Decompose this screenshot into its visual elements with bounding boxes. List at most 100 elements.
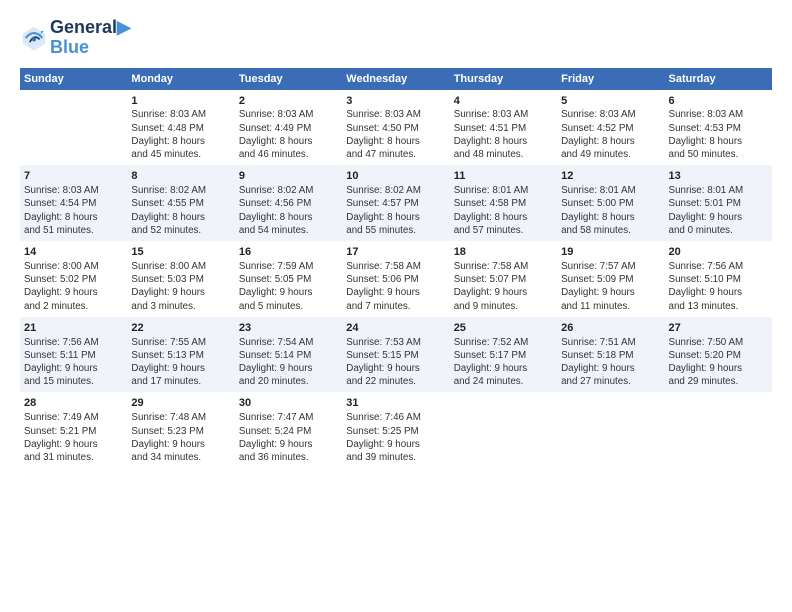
day-info: Sunrise: 8:01 AM Sunset: 4:58 PM Dayligh…	[454, 184, 553, 237]
calendar-cell	[20, 90, 127, 166]
calendar-cell: 31Sunrise: 7:46 AM Sunset: 5:25 PM Dayli…	[342, 392, 449, 468]
day-info: Sunrise: 8:03 AM Sunset: 4:52 PM Dayligh…	[561, 108, 660, 161]
calendar-cell: 14Sunrise: 8:00 AM Sunset: 5:02 PM Dayli…	[20, 241, 127, 317]
calendar-cell: 6Sunrise: 8:03 AM Sunset: 4:53 PM Daylig…	[665, 90, 772, 166]
day-info: Sunrise: 8:00 AM Sunset: 5:02 PM Dayligh…	[24, 260, 123, 313]
day-info: Sunrise: 8:03 AM Sunset: 4:49 PM Dayligh…	[239, 108, 338, 161]
day-info: Sunrise: 7:47 AM Sunset: 5:24 PM Dayligh…	[239, 411, 338, 464]
day-info: Sunrise: 8:01 AM Sunset: 5:00 PM Dayligh…	[561, 184, 660, 237]
calendar-cell: 3Sunrise: 8:03 AM Sunset: 4:50 PM Daylig…	[342, 90, 449, 166]
calendar-cell: 13Sunrise: 8:01 AM Sunset: 5:01 PM Dayli…	[665, 165, 772, 241]
calendar-week-row: 14Sunrise: 8:00 AM Sunset: 5:02 PM Dayli…	[20, 241, 772, 317]
calendar-cell: 8Sunrise: 8:02 AM Sunset: 4:55 PM Daylig…	[127, 165, 234, 241]
logo: General▶ Blue	[20, 18, 131, 58]
calendar-cell: 22Sunrise: 7:55 AM Sunset: 5:13 PM Dayli…	[127, 317, 234, 393]
day-info: Sunrise: 8:01 AM Sunset: 5:01 PM Dayligh…	[669, 184, 768, 237]
day-info: Sunrise: 7:50 AM Sunset: 5:20 PM Dayligh…	[669, 336, 768, 389]
day-info: Sunrise: 7:56 AM Sunset: 5:10 PM Dayligh…	[669, 260, 768, 313]
calendar-cell: 7Sunrise: 8:03 AM Sunset: 4:54 PM Daylig…	[20, 165, 127, 241]
day-info: Sunrise: 7:51 AM Sunset: 5:18 PM Dayligh…	[561, 336, 660, 389]
calendar-cell: 30Sunrise: 7:47 AM Sunset: 5:24 PM Dayli…	[235, 392, 342, 468]
logo-text: General▶ Blue	[50, 18, 131, 58]
day-number: 12	[561, 169, 660, 184]
weekday-header-saturday: Saturday	[665, 68, 772, 90]
day-number: 6	[669, 94, 768, 109]
day-info: Sunrise: 8:02 AM Sunset: 4:56 PM Dayligh…	[239, 184, 338, 237]
calendar-body: 1Sunrise: 8:03 AM Sunset: 4:48 PM Daylig…	[20, 90, 772, 469]
calendar-cell: 10Sunrise: 8:02 AM Sunset: 4:57 PM Dayli…	[342, 165, 449, 241]
calendar-cell: 15Sunrise: 8:00 AM Sunset: 5:03 PM Dayli…	[127, 241, 234, 317]
calendar-cell: 29Sunrise: 7:48 AM Sunset: 5:23 PM Dayli…	[127, 392, 234, 468]
calendar-cell: 5Sunrise: 8:03 AM Sunset: 4:52 PM Daylig…	[557, 90, 664, 166]
day-info: Sunrise: 8:03 AM Sunset: 4:50 PM Dayligh…	[346, 108, 445, 161]
calendar-cell: 4Sunrise: 8:03 AM Sunset: 4:51 PM Daylig…	[450, 90, 557, 166]
day-number: 9	[239, 169, 338, 184]
day-number: 3	[346, 94, 445, 109]
calendar-cell	[665, 392, 772, 468]
day-number: 29	[131, 396, 230, 411]
day-number: 13	[669, 169, 768, 184]
weekday-header-sunday: Sunday	[20, 68, 127, 90]
weekday-row: SundayMondayTuesdayWednesdayThursdayFrid…	[20, 68, 772, 90]
calendar-cell: 18Sunrise: 7:58 AM Sunset: 5:07 PM Dayli…	[450, 241, 557, 317]
calendar-cell: 28Sunrise: 7:49 AM Sunset: 5:21 PM Dayli…	[20, 392, 127, 468]
day-info: Sunrise: 7:54 AM Sunset: 5:14 PM Dayligh…	[239, 336, 338, 389]
day-number: 23	[239, 321, 338, 336]
calendar-cell: 2Sunrise: 8:03 AM Sunset: 4:49 PM Daylig…	[235, 90, 342, 166]
calendar-cell	[450, 392, 557, 468]
calendar-cell	[557, 392, 664, 468]
day-number: 14	[24, 245, 123, 260]
weekday-header-thursday: Thursday	[450, 68, 557, 90]
weekday-header-friday: Friday	[557, 68, 664, 90]
day-info: Sunrise: 7:49 AM Sunset: 5:21 PM Dayligh…	[24, 411, 123, 464]
day-number: 1	[131, 94, 230, 109]
day-info: Sunrise: 8:02 AM Sunset: 4:55 PM Dayligh…	[131, 184, 230, 237]
calendar-cell: 17Sunrise: 7:58 AM Sunset: 5:06 PM Dayli…	[342, 241, 449, 317]
day-info: Sunrise: 8:03 AM Sunset: 4:54 PM Dayligh…	[24, 184, 123, 237]
day-number: 17	[346, 245, 445, 260]
day-info: Sunrise: 7:52 AM Sunset: 5:17 PM Dayligh…	[454, 336, 553, 389]
day-info: Sunrise: 7:56 AM Sunset: 5:11 PM Dayligh…	[24, 336, 123, 389]
day-info: Sunrise: 8:00 AM Sunset: 5:03 PM Dayligh…	[131, 260, 230, 313]
calendar-cell: 16Sunrise: 7:59 AM Sunset: 5:05 PM Dayli…	[235, 241, 342, 317]
calendar-week-row: 7Sunrise: 8:03 AM Sunset: 4:54 PM Daylig…	[20, 165, 772, 241]
day-number: 25	[454, 321, 553, 336]
day-info: Sunrise: 7:57 AM Sunset: 5:09 PM Dayligh…	[561, 260, 660, 313]
day-number: 4	[454, 94, 553, 109]
day-info: Sunrise: 7:46 AM Sunset: 5:25 PM Dayligh…	[346, 411, 445, 464]
day-number: 18	[454, 245, 553, 260]
header: General▶ Blue	[20, 18, 772, 58]
day-number: 30	[239, 396, 338, 411]
calendar-cell: 9Sunrise: 8:02 AM Sunset: 4:56 PM Daylig…	[235, 165, 342, 241]
day-number: 16	[239, 245, 338, 260]
day-number: 5	[561, 94, 660, 109]
weekday-header-tuesday: Tuesday	[235, 68, 342, 90]
day-info: Sunrise: 7:55 AM Sunset: 5:13 PM Dayligh…	[131, 336, 230, 389]
calendar-cell: 23Sunrise: 7:54 AM Sunset: 5:14 PM Dayli…	[235, 317, 342, 393]
calendar-cell: 27Sunrise: 7:50 AM Sunset: 5:20 PM Dayli…	[665, 317, 772, 393]
day-info: Sunrise: 8:03 AM Sunset: 4:53 PM Dayligh…	[669, 108, 768, 161]
calendar-week-row: 28Sunrise: 7:49 AM Sunset: 5:21 PM Dayli…	[20, 392, 772, 468]
day-number: 27	[669, 321, 768, 336]
day-number: 22	[131, 321, 230, 336]
day-number: 24	[346, 321, 445, 336]
day-number: 15	[131, 245, 230, 260]
calendar-cell: 26Sunrise: 7:51 AM Sunset: 5:18 PM Dayli…	[557, 317, 664, 393]
day-number: 20	[669, 245, 768, 260]
calendar-cell: 19Sunrise: 7:57 AM Sunset: 5:09 PM Dayli…	[557, 241, 664, 317]
day-info: Sunrise: 7:59 AM Sunset: 5:05 PM Dayligh…	[239, 260, 338, 313]
day-number: 21	[24, 321, 123, 336]
calendar-cell: 21Sunrise: 7:56 AM Sunset: 5:11 PM Dayli…	[20, 317, 127, 393]
calendar-header: SundayMondayTuesdayWednesdayThursdayFrid…	[20, 68, 772, 90]
calendar-cell: 1Sunrise: 8:03 AM Sunset: 4:48 PM Daylig…	[127, 90, 234, 166]
day-number: 26	[561, 321, 660, 336]
calendar-cell: 12Sunrise: 8:01 AM Sunset: 5:00 PM Dayli…	[557, 165, 664, 241]
day-number: 19	[561, 245, 660, 260]
day-number: 2	[239, 94, 338, 109]
day-info: Sunrise: 7:58 AM Sunset: 5:07 PM Dayligh…	[454, 260, 553, 313]
day-number: 7	[24, 169, 123, 184]
day-info: Sunrise: 8:03 AM Sunset: 4:51 PM Dayligh…	[454, 108, 553, 161]
calendar-cell: 20Sunrise: 7:56 AM Sunset: 5:10 PM Dayli…	[665, 241, 772, 317]
day-number: 31	[346, 396, 445, 411]
day-info: Sunrise: 7:48 AM Sunset: 5:23 PM Dayligh…	[131, 411, 230, 464]
